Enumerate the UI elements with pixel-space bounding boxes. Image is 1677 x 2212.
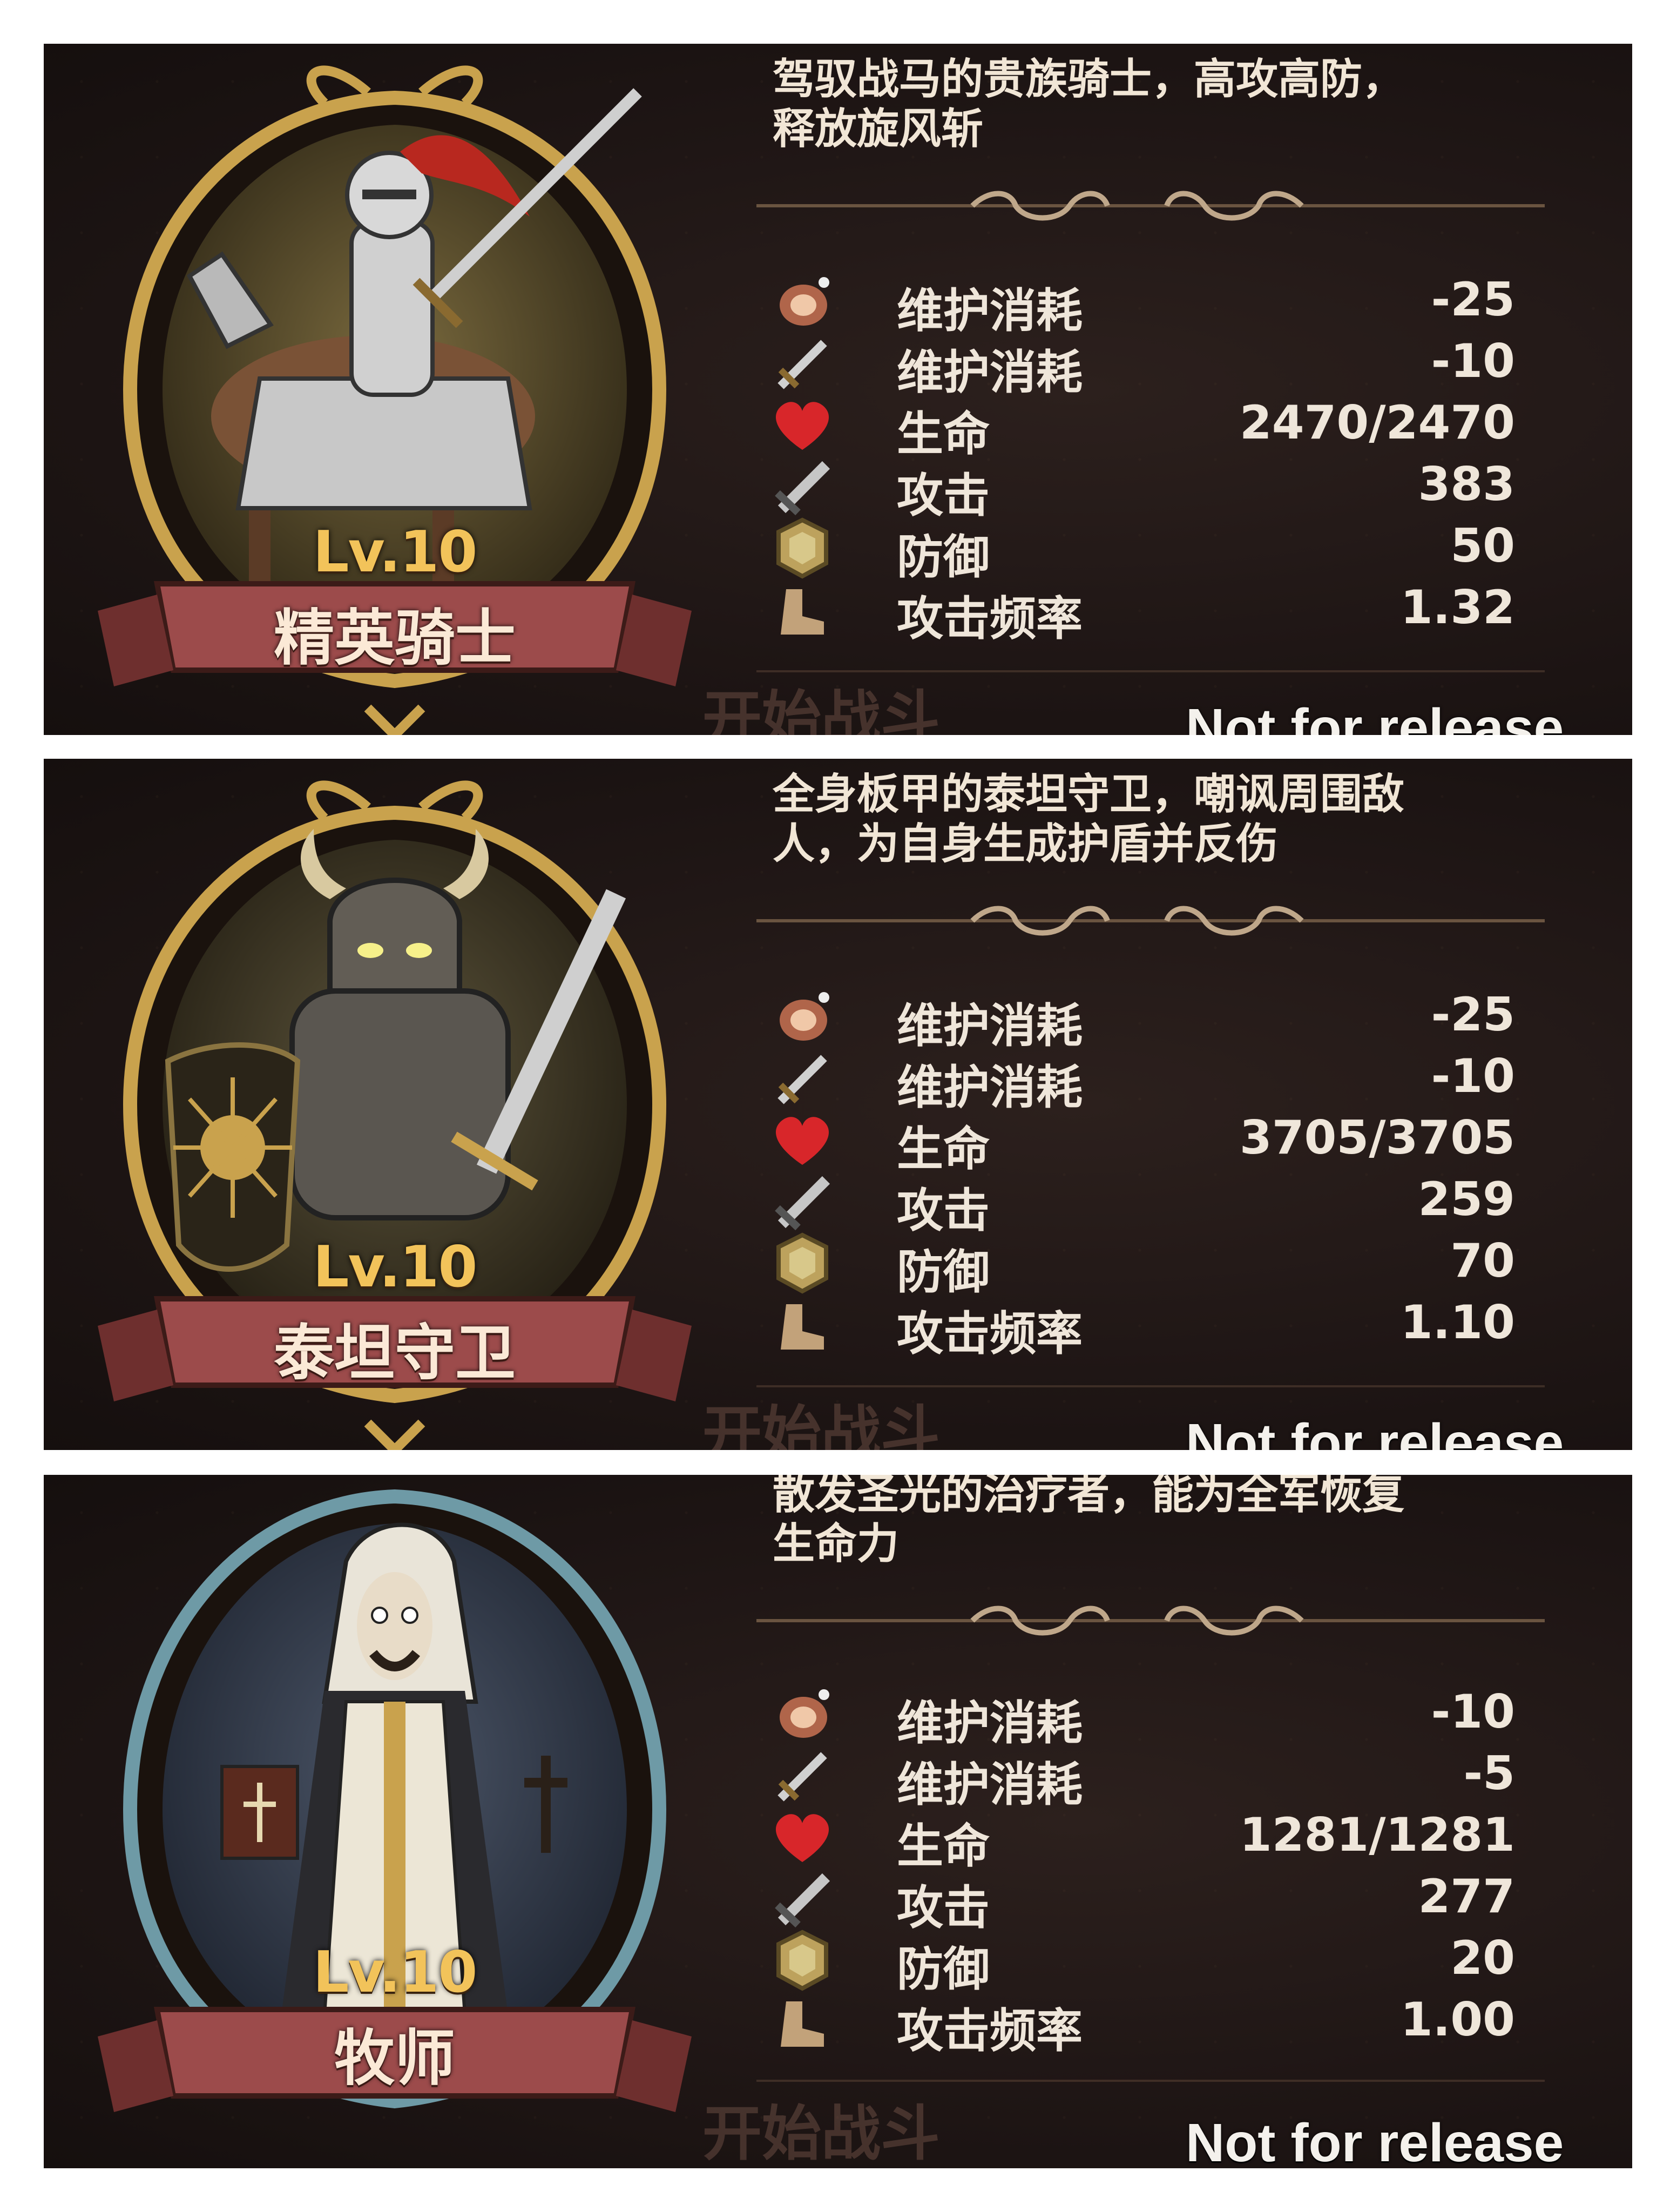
unit-name: 牧师 — [334, 2024, 455, 2094]
sword-icon — [775, 461, 830, 516]
unit-card-elite-knight: Lv.10 精英骑士 驾驭战马的贵族骑士，高攻高防， 释放旋风斩 维护消耗 -2… — [44, 44, 1632, 735]
dagger-icon — [777, 340, 827, 389]
watermark-text: Not for release — [1186, 698, 1564, 735]
ornamental-divider — [756, 906, 1545, 936]
stat-row-attack: 攻击 383 — [770, 455, 1515, 523]
heart-icon — [775, 402, 829, 450]
stat-row-defense: 防御 70 — [770, 1232, 1515, 1299]
heart-icon — [775, 1814, 829, 1862]
meat-icon — [780, 992, 829, 1041]
watermark-text: Not for release — [1186, 2113, 1564, 2168]
stat-row-attack: 攻击 277 — [770, 1867, 1515, 1935]
stats-list: 维护消耗 -10 维护消耗 -5 生命 1281/1281 攻击 277 防御 — [756, 1683, 1566, 2055]
boot-icon — [781, 589, 824, 635]
unit-card-priest: Lv.10 牧师 散发圣光的治疗者，能为全军恢复 生命力 维护消耗 -10 维护… — [44, 1475, 1632, 2168]
start-battle-button[interactable]: 开始战斗 — [702, 670, 940, 735]
ornamental-divider — [756, 191, 1545, 221]
portrait-frame: Lv.10 牧师 — [44, 1475, 746, 2168]
stat-row-health: 生命 2470/2470 — [770, 394, 1515, 461]
ornamental-divider — [756, 1606, 1545, 1636]
unit-card-titan-guard: Lv.10 泰坦守卫 全身板甲的泰坦守卫，嘲讽周围敌 人，为自身生成护盾并反伤 … — [44, 759, 1632, 1450]
portrait-frame: Lv.10 泰坦守卫 — [44, 759, 746, 1450]
stat-row-upkeep-gear: 维护消耗 -5 — [770, 1744, 1515, 1812]
stat-row-attack-speed: 攻击频率 1.10 — [770, 1293, 1515, 1358]
stat-row-health: 生命 1281/1281 — [770, 1806, 1515, 1873]
unit-description: 驾驭战马的贵族骑士，高攻高防， 释放旋风斩 — [773, 55, 1405, 153]
start-battle-button[interactable]: 开始战斗 — [702, 1385, 940, 1450]
stat-row-attack: 攻击 259 — [770, 1170, 1515, 1238]
unit-description: 散发圣光的治疗者，能为全军恢复 生命力 — [773, 1475, 1405, 1568]
stat-row-upkeep-food: 维护消耗 -10 — [770, 1683, 1515, 1750]
stat-row-upkeep-gear: 维护消耗 -10 — [770, 1047, 1515, 1115]
stat-row-upkeep-gear: 维护消耗 -10 — [770, 332, 1515, 400]
stat-row-defense: 防御 50 — [770, 517, 1515, 584]
shield-icon — [776, 1232, 828, 1294]
unit-level: Lv.10 — [313, 1939, 478, 2005]
sword-icon — [775, 1873, 830, 1928]
dagger-icon — [777, 1055, 827, 1104]
heart-icon — [775, 1117, 829, 1165]
shield-icon — [776, 1930, 828, 1991]
stat-row-attack-speed: 攻击频率 1.00 — [770, 1991, 1515, 2055]
meat-icon — [780, 277, 829, 326]
start-battle-button[interactable]: 开始战斗 — [702, 2085, 940, 2168]
stats-list: 维护消耗 -25 维护消耗 -10 生命 3705/3705 攻击 259 防御 — [756, 986, 1566, 1358]
section-divider — [756, 2080, 1545, 2082]
unit-level: Lv.10 — [313, 519, 478, 585]
unit-level: Lv.10 — [313, 1234, 478, 1300]
stat-row-upkeep-food: 维护消耗 -25 — [770, 986, 1515, 1053]
portrait-frame: Lv.10 精英骑士 — [44, 44, 746, 735]
stat-row-defense: 防御 20 — [770, 1929, 1515, 1997]
shield-icon — [776, 517, 828, 579]
unit-name: 精英骑士 — [274, 603, 516, 673]
stat-row-health: 生命 3705/3705 — [770, 1109, 1515, 1176]
boot-icon — [781, 2001, 824, 2047]
sword-icon — [775, 1176, 830, 1231]
unit-description: 全身板甲的泰坦守卫，嘲讽周围敌 人，为自身生成护盾并反伤 — [773, 770, 1405, 868]
meat-icon — [780, 1689, 829, 1738]
boot-icon — [781, 1304, 824, 1350]
watermark-text: Not for release — [1186, 1413, 1564, 1450]
unit-name: 泰坦守卫 — [274, 1318, 516, 1388]
stat-row-upkeep-food: 维护消耗 -25 — [770, 271, 1515, 338]
dagger-icon — [777, 1752, 827, 1802]
stats-list: 维护消耗 -25 维护消耗 -10 生命 2470/2470 攻击 383 防御 — [756, 271, 1566, 643]
stat-row-attack-speed: 攻击频率 1.32 — [770, 578, 1515, 643]
